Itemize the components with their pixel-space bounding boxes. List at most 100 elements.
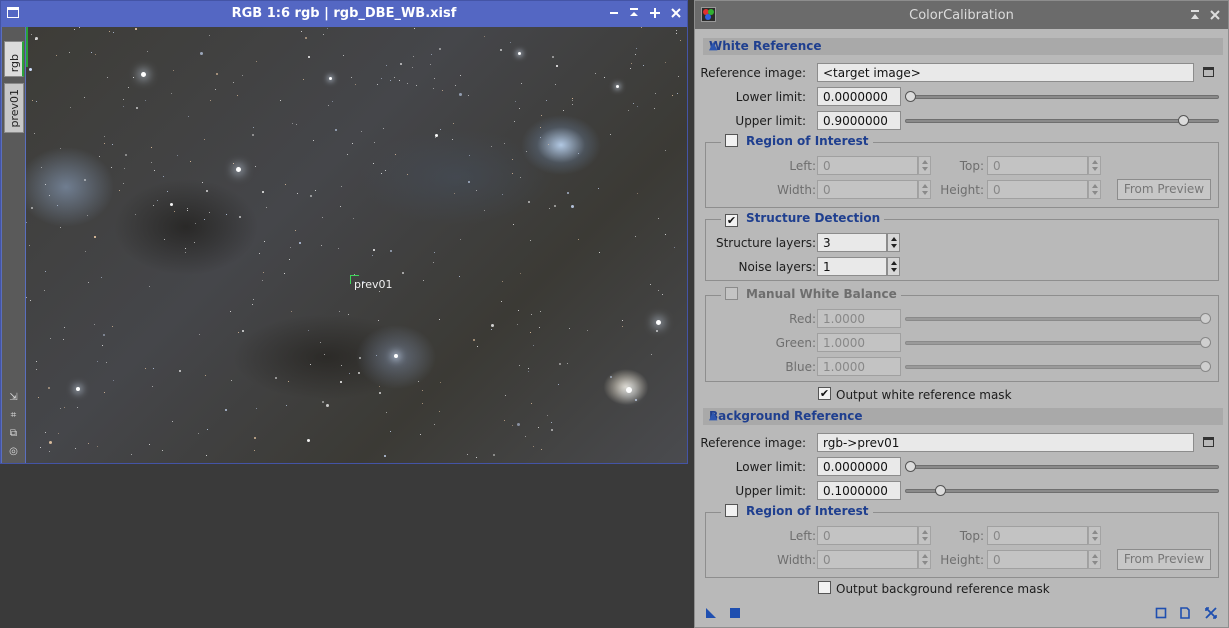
white-roi-left-field[interactable]: 0: [817, 156, 918, 175]
red-field[interactable]: 1.0000: [817, 309, 901, 328]
white-from-preview-button[interactable]: From Preview: [1117, 179, 1211, 200]
star: [635, 399, 637, 401]
collapse-icon[interactable]: ▲: [709, 409, 1217, 422]
white-roi-top-field[interactable]: 0: [987, 156, 1088, 175]
close-icon[interactable]: [1209, 9, 1221, 24]
white-roi-width-spinner[interactable]: [918, 180, 931, 199]
shade-icon[interactable]: [1189, 9, 1201, 24]
star: [320, 342, 321, 343]
shade-icon[interactable]: [627, 6, 641, 20]
blue-slider-knob[interactable]: [1200, 361, 1211, 372]
white-upper-limit-knob[interactable]: [1177, 115, 1189, 126]
select-view-icon[interactable]: [1203, 437, 1214, 447]
bg-roi-left-field[interactable]: 0: [817, 526, 918, 545]
panel-titlebar[interactable]: ColorCalibration: [695, 1, 1228, 29]
white-roi-height-field[interactable]: 0: [987, 180, 1088, 199]
collapse-icon[interactable]: ▲: [709, 39, 1217, 52]
white-lower-limit-knob[interactable]: [905, 91, 916, 102]
star: [351, 77, 352, 78]
bg-roi-height-spinner[interactable]: [1088, 550, 1101, 569]
star: [491, 146, 492, 147]
browse-documentation-icon[interactable]: [1155, 607, 1167, 619]
white-upper-limit-field[interactable]: 0.9000000: [817, 111, 901, 130]
output-white-mask-label[interactable]: Output white reference mask: [836, 388, 1012, 402]
bg-upper-limit-field[interactable]: 0.1000000: [817, 481, 901, 500]
star: [440, 129, 441, 130]
structure-layers-spinner[interactable]: [887, 233, 900, 252]
clone-icon[interactable]: ⧉: [7, 427, 20, 440]
star: [402, 272, 404, 274]
star: [477, 346, 478, 347]
image-window-titlebar[interactable]: RGB 1:6 rgb | rgb_DBE_WB.xisf: [1, 1, 687, 27]
white-roi-checkbox[interactable]: [725, 134, 738, 147]
star: [284, 273, 285, 274]
output-white-mask-checkbox[interactable]: ✔: [818, 387, 831, 400]
white-roi-left-spinner[interactable]: [918, 156, 931, 175]
bg-lower-limit-slider[interactable]: [905, 465, 1219, 469]
green-field[interactable]: 1.0000: [817, 333, 901, 352]
white-roi-top-spinner[interactable]: [1088, 156, 1101, 175]
select-view-icon[interactable]: [1203, 67, 1214, 77]
background-reference-header[interactable]: Background Reference ▲: [703, 408, 1223, 425]
target-icon[interactable]: ◎: [7, 445, 20, 458]
white-reference-image-field[interactable]: <target image>: [817, 63, 1194, 82]
bg-roi-top-field[interactable]: 0: [987, 526, 1088, 545]
bg-roi-height-field[interactable]: 0: [987, 550, 1088, 569]
image-canvas[interactable]: prev01: [26, 27, 687, 463]
white-lower-limit-field[interactable]: 0.0000000: [817, 87, 901, 106]
manual-white-balance-checkbox[interactable]: [725, 287, 738, 300]
star: [322, 401, 324, 403]
bright-star: [236, 167, 241, 172]
star: [310, 364, 311, 365]
zoom-fit-icon[interactable]: ⇲: [7, 391, 20, 404]
blue-field[interactable]: 1.0000: [817, 357, 901, 376]
structure-detection-checkbox[interactable]: ✔: [725, 214, 738, 227]
star: [665, 150, 666, 151]
tab-prev01[interactable]: prev01: [4, 83, 24, 133]
white-roi-height-spinner[interactable]: [1088, 180, 1101, 199]
maximize-icon[interactable]: [648, 6, 662, 20]
bg-roi-top-spinner[interactable]: [1088, 526, 1101, 545]
apply-global-icon[interactable]: [729, 607, 741, 619]
star: [521, 83, 522, 84]
bg-roi-checkbox[interactable]: [725, 504, 738, 517]
green-slider-knob[interactable]: [1200, 337, 1211, 348]
white-roi-width-field[interactable]: 0: [817, 180, 918, 199]
new-instance-icon[interactable]: [705, 607, 717, 619]
background-reference-image-field[interactable]: rgb->prev01: [817, 433, 1194, 452]
bg-from-preview-button[interactable]: From Preview: [1117, 549, 1211, 570]
star: [633, 103, 634, 104]
white-reference-header[interactable]: White Reference ▲: [703, 38, 1223, 55]
reset-icon[interactable]: [1205, 607, 1217, 619]
bg-roi-left-spinner[interactable]: [918, 526, 931, 545]
bg-roi-width-field[interactable]: 0: [817, 550, 918, 569]
noise-layers-spinner[interactable]: [887, 257, 900, 276]
preview-label[interactable]: prev01: [354, 278, 393, 291]
tab-prev01-label: prev01: [8, 89, 21, 128]
white-upper-limit-slider[interactable]: [905, 119, 1219, 123]
green-slider[interactable]: [905, 341, 1211, 345]
minimize-icon[interactable]: [607, 6, 621, 20]
blue-slider[interactable]: [905, 365, 1211, 369]
image-window[interactable]: RGB 1:6 rgb | rgb_DBE_WB.xisf rgb prev01…: [0, 0, 688, 464]
tab-rgb[interactable]: rgb: [4, 41, 24, 77]
bg-roi-width-spinner[interactable]: [918, 550, 931, 569]
track-view-icon[interactable]: [1179, 607, 1191, 619]
bg-lower-limit-field[interactable]: 0.0000000: [817, 457, 901, 476]
white-lower-limit-slider[interactable]: [905, 95, 1219, 99]
structure-layers-field[interactable]: 3: [817, 233, 887, 252]
bg-upper-limit-slider[interactable]: [905, 489, 1219, 493]
output-background-mask-checkbox[interactable]: [818, 581, 831, 594]
star: [310, 195, 312, 197]
star: [610, 134, 611, 135]
star: [531, 314, 532, 315]
red-slider-knob[interactable]: [1200, 313, 1211, 324]
crop-icon[interactable]: ⌗: [7, 409, 20, 422]
noise-layers-field[interactable]: 1: [817, 257, 887, 276]
bg-lower-limit-knob[interactable]: [905, 461, 916, 472]
bg-upper-limit-knob[interactable]: [935, 485, 947, 496]
star: [622, 320, 623, 321]
output-background-mask-label[interactable]: Output background reference mask: [836, 582, 1050, 596]
red-slider[interactable]: [905, 317, 1211, 321]
close-icon[interactable]: [669, 6, 683, 20]
